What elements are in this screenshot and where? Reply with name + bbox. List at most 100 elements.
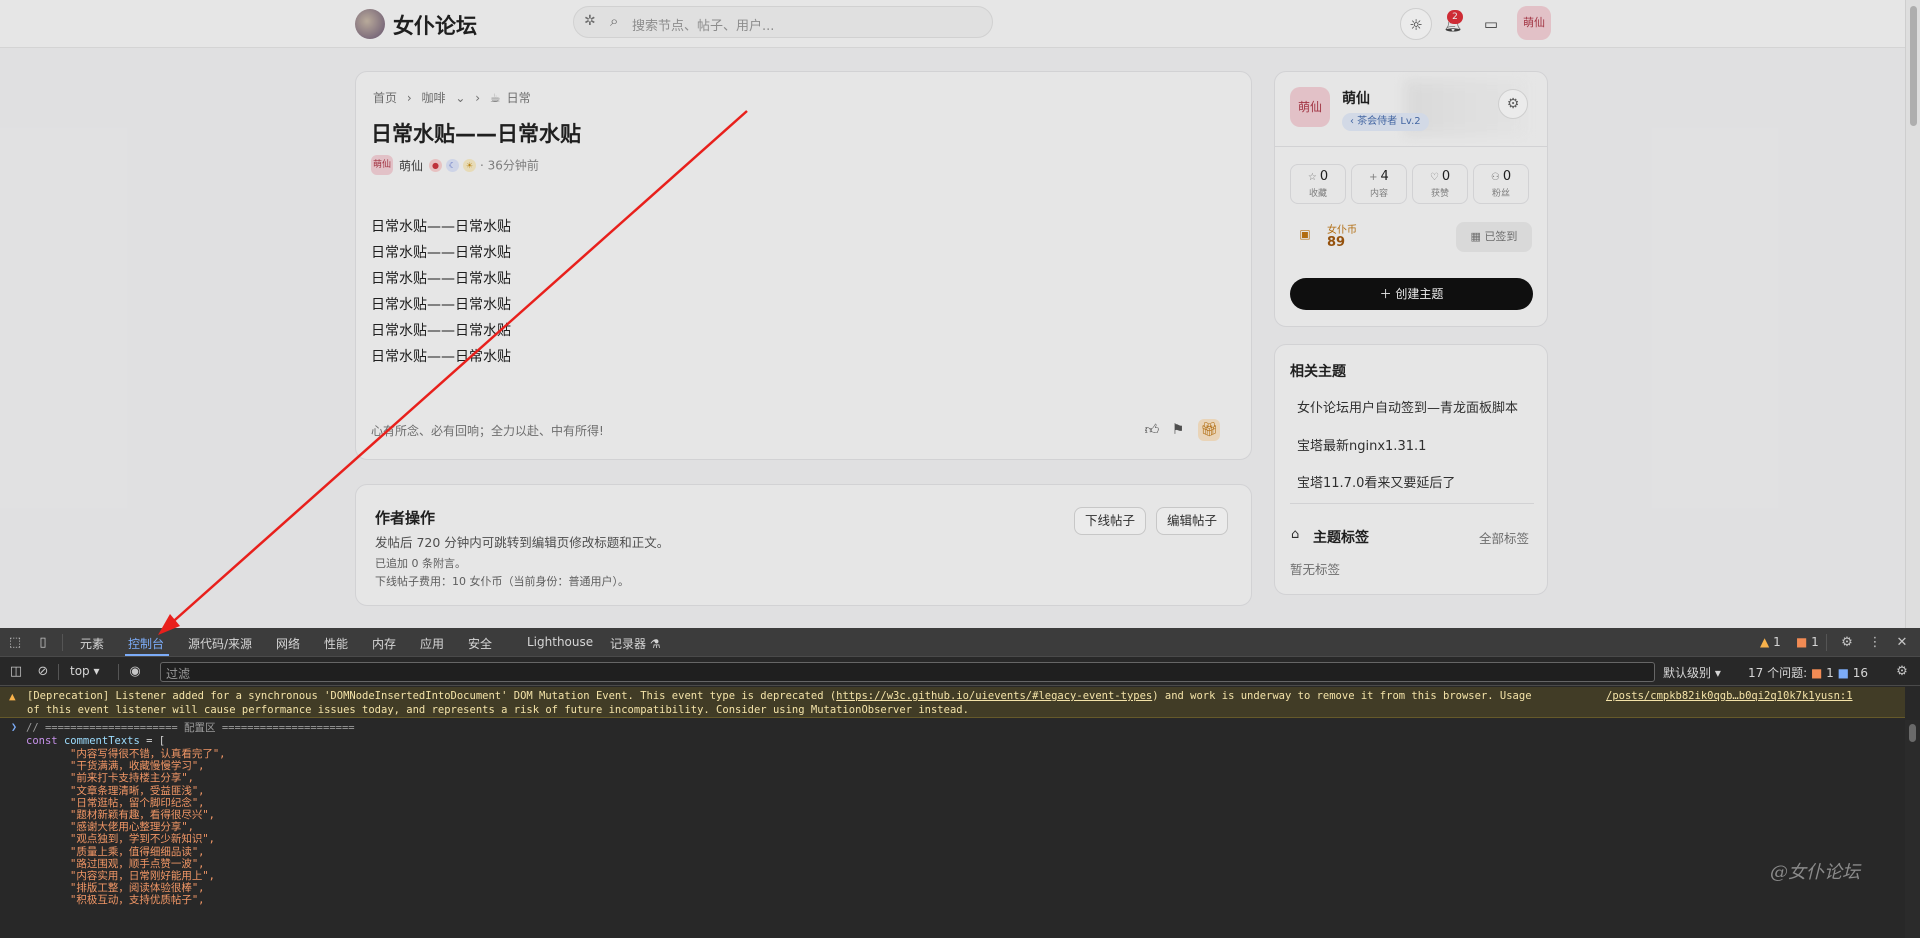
heart-icon: ♡ [1429,172,1439,183]
warning-source-link[interactable]: /posts/cmpkb82ik0qgb…b0qi2q10k7k1yusn:1 [1606,690,1853,702]
author-ops-fee-note: 下线帖子费用：10 女仆币（当前身份：普通用户）。 [375,575,629,588]
tag-icon: ⌂ [1291,527,1300,542]
tab-sources[interactable]: 源代码/来源 [188,635,252,652]
related-topics-title: 相关主题 [1290,364,1346,380]
stat-label: 获赞 [1430,189,1449,199]
stat-value: 4 [1380,169,1389,184]
log-level-selector[interactable]: 默认级别 ▾ [1663,664,1721,681]
theme-toggle-button[interactable]: ☼ [1400,8,1432,40]
author-signature: 心有所念、必有回响；全力以赴、中有所得! [371,424,604,438]
settings-gear-icon[interactable]: ⚙ [1837,633,1857,653]
warning-text: ) and work is underway to remove it from… [1152,690,1532,702]
sidebar-toggle-icon[interactable]: ◫ [6,662,26,682]
related-topic-link[interactable]: 宝塔11.7.0看来又要延后了 [1297,472,1455,491]
breadcrumb: 首页 › 咖啡 ⌄ › ☕︎ 日常 [373,89,537,106]
devtools-tab-bar: ⬚ ▯ 元素 控制台 源代码/来源 网络 性能 内存 应用 安全 Lightho… [0,628,1920,657]
tab-network[interactable]: 网络 [276,635,300,652]
scrollbar-thumb[interactable] [1909,724,1916,742]
warning-count[interactable]: ▲ 1 [1760,635,1781,649]
chevron-down-icon[interactable]: ⌄ [455,91,465,105]
search-placeholder: 搜索节点、帖子、用户... [632,19,775,34]
stat-followers[interactable]: ⚇ 0 粉丝 [1473,164,1529,204]
console-scrollbar[interactable] [1905,720,1920,938]
checked-in-label: 已签到 [1484,230,1518,243]
no-tags-text: 暂无标签 [1290,562,1341,577]
thumb-up-icon[interactable]: 👍︎ [1141,419,1163,441]
tab-security[interactable]: 安全 [468,635,492,652]
breadcrumb-subnode[interactable]: 日常 [507,91,531,105]
tab-application[interactable]: 应用 [420,635,444,652]
profile-name[interactable]: 萌仙 [1342,88,1370,108]
gear-icon[interactable]: ⚙ [1498,89,1528,119]
active-tab-indicator [125,654,169,656]
coin-label: 女仆币 [1327,225,1357,236]
post-paragraph: 日常水贴——日常水贴 [371,219,511,235]
scrollbar-thumb[interactable] [1910,6,1917,126]
site-logo[interactable] [355,9,385,39]
create-topic-button[interactable]: ＋ 创建主题 [1290,278,1533,310]
console-settings-icon[interactable]: ⚙ [1892,662,1912,682]
post-paragraph: 日常水贴——日常水贴 [371,297,511,313]
console-filter-input[interactable]: 过滤 [160,662,1655,682]
cup-icon: ☕︎ [489,91,501,105]
edit-post-button[interactable]: 编辑帖子 [1156,507,1229,535]
tab-lighthouse[interactable]: Lighthouse [527,635,593,649]
stat-content[interactable]: +4 内容 [1351,164,1407,204]
message-icon[interactable]: ▭ [1475,8,1507,40]
post-card: 首页 › 咖啡 ⌄ › ☕︎ 日常 日常水贴——日常水贴 萌仙 萌仙 ● ☾ ☀ · 36分… [355,71,1252,460]
post-paragraph: 日常水贴——日常水贴 [371,271,511,287]
issues-info-count: 16 [1852,666,1869,680]
tab-performance[interactable]: 性能 [324,635,348,652]
console-code-input[interactable]: ❯ // ===================== 配置区 =========… [0,720,1905,938]
author-name[interactable]: 萌仙 [399,159,423,173]
checked-in-button[interactable]: ▦ 已签到 [1456,222,1532,252]
stat-favorites[interactable]: ☆ 0 收藏 [1290,164,1346,204]
related-topic-link[interactable]: 宝塔最新nginx1.31.1 [1297,435,1426,454]
site-brand[interactable]: 女仆论坛 [393,10,477,40]
page-scrollbar[interactable] [1905,0,1920,628]
context-selector[interactable]: top ▾ [70,664,100,678]
post-footer: 心有所念、必有回响；全力以赴、中有所得! 👍︎ ⚑ 🎁︎ [371,419,1236,441]
error-count-value: 1 [1811,635,1819,649]
gift-icon[interactable]: 🎁︎ [1198,419,1220,441]
bookmark-icon[interactable]: ⚑ [1167,419,1189,441]
breadcrumb-node[interactable]: 咖啡 [421,91,445,105]
star-icon: ☆ [1307,172,1317,183]
web-page: 女仆论坛 ✲ ⌕ 搜索节点、帖子、用户... ☼ 🔔︎ 2 ▭ 萌仙 首页 › … [0,0,1920,628]
tab-console[interactable]: 控制台 [128,635,164,652]
divider [118,664,119,680]
device-toolbar-icon[interactable]: ▯ [33,633,53,653]
related-topic-link[interactable]: 女仆论坛用户自动签到—青龙面板脚本 [1297,397,1518,416]
code-string-line: "文章条理清晰，受益匪浅", [70,784,205,797]
profile-avatar[interactable]: 萌仙 [1290,87,1330,127]
more-options-icon[interactable]: ⋮ [1865,633,1885,653]
stat-value: 0 [1319,169,1329,184]
coin-value: 89 [1327,235,1346,250]
moon-icon: ☾ [446,158,460,172]
console-warning-message: ▲ [Deprecation] Listener added for a syn… [0,687,1905,718]
offline-post-button[interactable]: 下线帖子 [1074,507,1147,535]
clear-console-icon[interactable]: ⊘ [33,662,53,682]
issues-counter[interactable]: 17 个问题: ■ 1 ■ 16 [1748,664,1868,681]
tab-recorder[interactable]: 记录器 ⚗ [610,635,661,652]
eye-icon[interactable]: ◉ [125,662,145,682]
divider [1290,503,1534,504]
all-tags-link[interactable]: 全部标签 [1479,528,1529,547]
close-icon[interactable]: ✕ [1892,633,1912,653]
stat-value: 0 [1502,169,1512,184]
user-avatar[interactable]: 萌仙 [1517,6,1551,40]
warning-doc-link[interactable]: https://w3c.github.io/uievents/#legacy-e… [836,690,1152,702]
stat-likes[interactable]: ♡ 0 获赞 [1412,164,1468,204]
tab-elements[interactable]: 元素 [80,635,104,652]
search-input[interactable]: ✲ ⌕ 搜索节点、帖子、用户... [573,6,993,38]
post-paragraph: 日常水贴——日常水贴 [371,349,511,365]
divider [58,664,59,680]
warning-text: of this event listener will cause perfor… [27,704,969,716]
breadcrumb-separator: › [475,91,481,105]
breadcrumb-home[interactable]: 首页 [373,91,397,105]
post-body: 日常水贴——日常水贴 日常水贴——日常水贴 日常水贴——日常水贴 日常水贴——日… [371,214,511,370]
inspect-element-icon[interactable]: ⬚ [5,633,25,653]
tab-memory[interactable]: 内存 [372,635,396,652]
author-avatar[interactable]: 萌仙 [371,155,393,175]
error-count[interactable]: ■ 1 [1796,635,1819,649]
